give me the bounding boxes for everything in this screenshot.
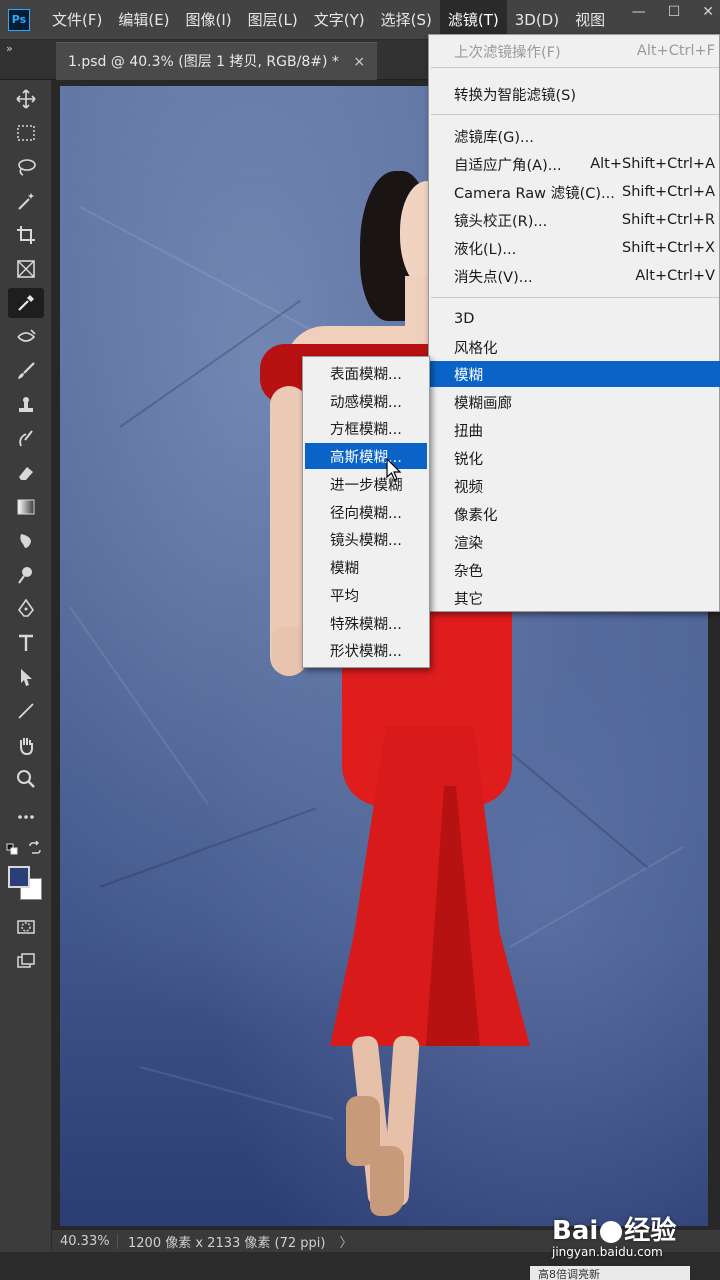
document-dimensions: 1200 像素 x 2133 像素 (72 ppi)	[128, 1235, 326, 1251]
filter-3d[interactable]: 3D	[429, 306, 720, 332]
menu-edit[interactable]: 编辑(E)	[110, 0, 177, 40]
history-brush-tool-icon[interactable]	[8, 424, 44, 454]
baidu-watermark: Bai 经验 jingyan.baidu.com	[552, 1210, 676, 1259]
magic-wand-tool-icon[interactable]	[8, 186, 44, 216]
photoshop-logo: Ps	[8, 8, 30, 31]
watermark-brand-left: Bai	[552, 1216, 599, 1246]
filter-adaptive-wide-angle[interactable]: 自适应广角(A)... Alt+Shift+Ctrl+A	[429, 151, 720, 177]
woman-hand	[272, 626, 306, 676]
close-icon[interactable]: ✕	[702, 4, 714, 20]
filter-last-filter[interactable]: 上次滤镜操作(F) Alt+Ctrl+F	[429, 38, 720, 64]
filter-pixelate[interactable]: 像素化	[429, 501, 720, 527]
screen-mode-icon[interactable]	[8, 946, 44, 976]
window-controls: — ☐ ✕	[632, 4, 714, 20]
paw-icon	[600, 1220, 623, 1243]
filter-noise[interactable]: 杂色	[429, 557, 720, 583]
blur-surface[interactable]: 表面模糊...	[305, 360, 427, 386]
blur-box[interactable]: 方框模糊...	[305, 415, 427, 441]
eyedropper-tool-icon[interactable]	[8, 288, 44, 318]
hand-tool-icon[interactable]	[8, 730, 44, 760]
swap-colors-icon[interactable]	[28, 840, 42, 854]
menu-layer[interactable]: 图层(L)	[240, 0, 306, 40]
blur-average[interactable]: 平均	[305, 582, 427, 608]
collapse-panel-icon[interactable]: »	[6, 42, 13, 55]
eraser-tool-icon[interactable]	[8, 458, 44, 488]
taskbar-peek-text: 高8倍调亮新	[530, 1266, 690, 1280]
blur-tool-icon[interactable]	[8, 526, 44, 556]
filter-vanishing-point[interactable]: 消失点(V)... Alt+Ctrl+V	[429, 263, 720, 289]
brush-tool-icon[interactable]	[8, 356, 44, 386]
filter-stylize[interactable]: 风格化	[429, 334, 720, 360]
shoe-right	[370, 1146, 404, 1216]
healing-brush-tool-icon[interactable]	[8, 322, 44, 352]
status-expand-icon[interactable]: 〉	[339, 1232, 352, 1251]
filter-video[interactable]: 视频	[429, 473, 720, 499]
menu-type[interactable]: 文字(Y)	[306, 0, 373, 40]
dodge-tool-icon[interactable]	[8, 560, 44, 590]
filter-blur[interactable]: 模糊	[429, 361, 720, 387]
blur-lens[interactable]: 镜头模糊...	[305, 526, 427, 552]
document-tab-title: 1.psd @ 40.3% (图层 1 拷贝, RGB/8#) *	[68, 54, 339, 70]
filter-gallery[interactable]: 滤镜库(G)...	[429, 123, 720, 149]
clone-stamp-tool-icon[interactable]	[8, 390, 44, 420]
blur-submenu: 表面模糊... 动感模糊... 方框模糊... 高斯模糊... 进一步模糊 径向…	[302, 356, 430, 668]
watermark-url: jingyan.baidu.com	[552, 1245, 663, 1259]
filter-sharpen[interactable]: 锐化	[429, 445, 720, 471]
blur-gaussian[interactable]: 高斯模糊...	[305, 443, 427, 469]
mouse-cursor-icon	[386, 458, 402, 481]
document-tab[interactable]: 1.psd @ 40.3% (图层 1 拷贝, RGB/8#) * ×	[56, 42, 378, 80]
blur-motion[interactable]: 动感模糊...	[305, 388, 427, 414]
quick-mask-icon[interactable]	[8, 912, 44, 942]
marquee-tool-icon[interactable]	[8, 118, 44, 148]
pen-tool-icon[interactable]	[8, 594, 44, 624]
tools-panel	[0, 80, 52, 1250]
default-colors-icon[interactable]	[6, 840, 18, 855]
blur-shape[interactable]: 形状模糊...	[305, 637, 427, 663]
minimize-icon[interactable]: —	[632, 4, 646, 20]
blur-smart[interactable]: 特殊模糊...	[305, 610, 427, 636]
filter-other[interactable]: 其它	[429, 585, 720, 611]
lasso-tool-icon[interactable]	[8, 152, 44, 182]
menu-image[interactable]: 图像(I)	[178, 0, 240, 40]
filter-menu-dropdown: 上次滤镜操作(F) Alt+Ctrl+F 转换为智能滤镜(S) 滤镜库(G)...…	[428, 34, 720, 612]
frame-tool-icon[interactable]	[8, 254, 44, 284]
filter-distort[interactable]: 扭曲	[429, 417, 720, 443]
filter-camera-raw[interactable]: Camera Raw 滤镜(C)... Shift+Ctrl+A	[429, 179, 720, 205]
type-tool-icon[interactable]	[8, 628, 44, 658]
filter-convert-smart[interactable]: 转换为智能滤镜(S)	[429, 81, 720, 107]
crop-tool-icon[interactable]	[8, 220, 44, 250]
photoshop-window: Ps 文件(F) 编辑(E) 图像(I) 图层(L) 文字(Y) 选择(S) 滤…	[0, 0, 720, 1280]
zoom-tool-icon[interactable]	[8, 764, 44, 794]
filter-render[interactable]: 渲染	[429, 529, 720, 555]
more-tools-icon[interactable]	[8, 802, 44, 832]
blur-radial[interactable]: 径向模糊...	[305, 499, 427, 525]
move-tool-icon[interactable]	[8, 84, 44, 114]
foreground-color-swatch[interactable]	[8, 866, 30, 888]
blur-simple[interactable]: 模糊	[305, 554, 427, 580]
path-selection-tool-icon[interactable]	[8, 662, 44, 692]
gradient-tool-icon[interactable]	[8, 492, 44, 522]
blur-more[interactable]: 进一步模糊	[305, 471, 427, 497]
filter-liquify[interactable]: 液化(L)... Shift+Ctrl+X	[429, 235, 720, 261]
tab-close-icon[interactable]: ×	[353, 54, 365, 70]
zoom-level[interactable]: 40.33%	[52, 1233, 118, 1249]
filter-blur-gallery[interactable]: 模糊画廊	[429, 389, 720, 415]
watermark-brand-right: 经验	[624, 1216, 677, 1246]
maximize-icon[interactable]: ☐	[668, 4, 681, 20]
filter-lens-correction[interactable]: 镜头校正(R)... Shift+Ctrl+R	[429, 207, 720, 233]
line-tool-icon[interactable]	[8, 696, 44, 726]
menu-file[interactable]: 文件(F)	[44, 0, 110, 40]
